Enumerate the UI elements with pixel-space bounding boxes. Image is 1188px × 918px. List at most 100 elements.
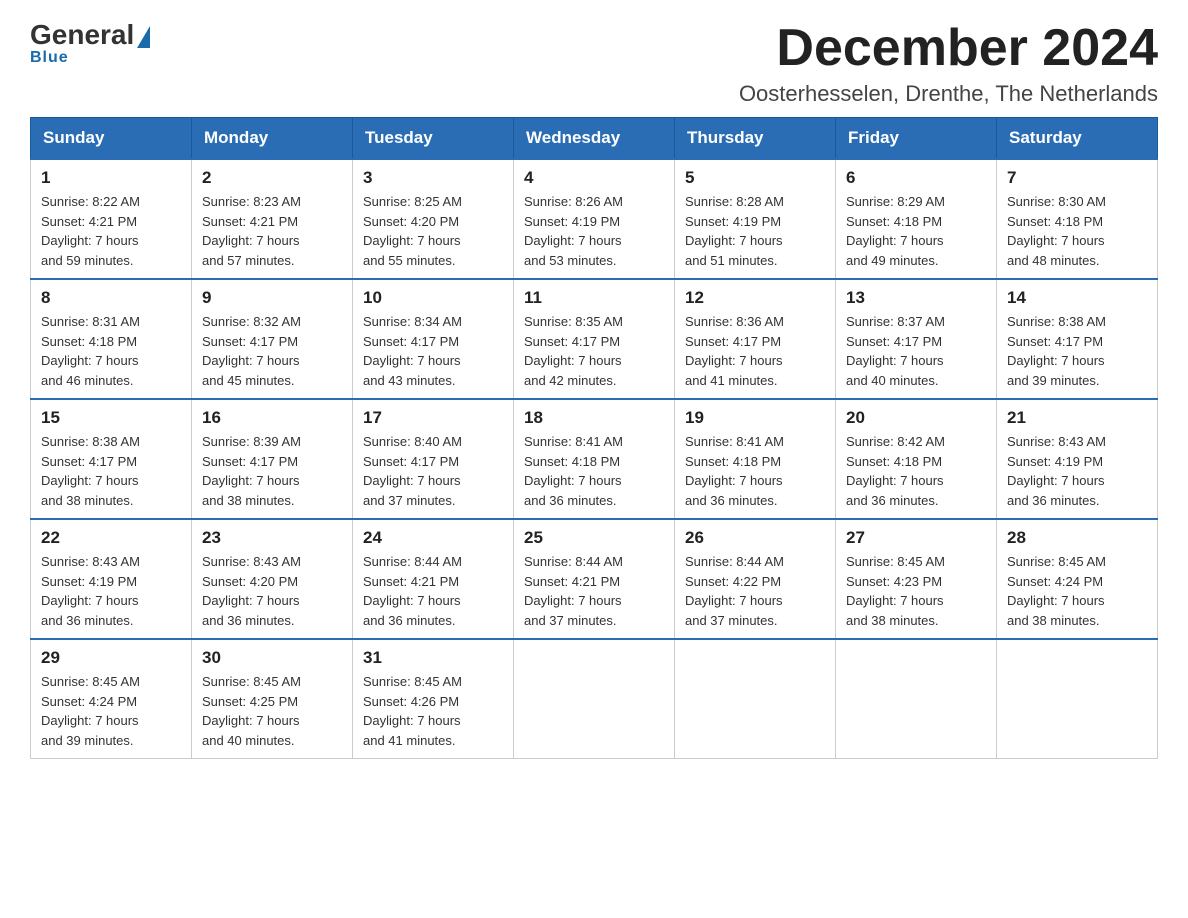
day-info: Sunrise: 8:26 AM Sunset: 4:19 PM Dayligh… xyxy=(524,192,664,270)
calendar-cell: 1 Sunrise: 8:22 AM Sunset: 4:21 PM Dayli… xyxy=(31,159,192,279)
calendar-cell: 14 Sunrise: 8:38 AM Sunset: 4:17 PM Dayl… xyxy=(997,279,1158,399)
day-info: Sunrise: 8:32 AM Sunset: 4:17 PM Dayligh… xyxy=(202,312,342,390)
day-info: Sunrise: 8:37 AM Sunset: 4:17 PM Dayligh… xyxy=(846,312,986,390)
calendar-cell: 21 Sunrise: 8:43 AM Sunset: 4:19 PM Dayl… xyxy=(997,399,1158,519)
day-info: Sunrise: 8:23 AM Sunset: 4:21 PM Dayligh… xyxy=(202,192,342,270)
day-info: Sunrise: 8:45 AM Sunset: 4:24 PM Dayligh… xyxy=(41,672,181,750)
calendar-cell: 22 Sunrise: 8:43 AM Sunset: 4:19 PM Dayl… xyxy=(31,519,192,639)
day-info: Sunrise: 8:30 AM Sunset: 4:18 PM Dayligh… xyxy=(1007,192,1147,270)
day-number: 5 xyxy=(685,168,825,188)
day-number: 13 xyxy=(846,288,986,308)
calendar-week-row: 22 Sunrise: 8:43 AM Sunset: 4:19 PM Dayl… xyxy=(31,519,1158,639)
day-number: 25 xyxy=(524,528,664,548)
calendar-cell: 25 Sunrise: 8:44 AM Sunset: 4:21 PM Dayl… xyxy=(514,519,675,639)
day-info: Sunrise: 8:41 AM Sunset: 4:18 PM Dayligh… xyxy=(685,432,825,510)
day-info: Sunrise: 8:40 AM Sunset: 4:17 PM Dayligh… xyxy=(363,432,503,510)
weekday-header-row: SundayMondayTuesdayWednesdayThursdayFrid… xyxy=(31,118,1158,160)
calendar-cell: 12 Sunrise: 8:36 AM Sunset: 4:17 PM Dayl… xyxy=(675,279,836,399)
calendar-table: SundayMondayTuesdayWednesdayThursdayFrid… xyxy=(30,117,1158,759)
calendar-cell: 18 Sunrise: 8:41 AM Sunset: 4:18 PM Dayl… xyxy=(514,399,675,519)
calendar-cell: 30 Sunrise: 8:45 AM Sunset: 4:25 PM Dayl… xyxy=(192,639,353,759)
day-number: 15 xyxy=(41,408,181,428)
day-info: Sunrise: 8:25 AM Sunset: 4:20 PM Dayligh… xyxy=(363,192,503,270)
day-number: 31 xyxy=(363,648,503,668)
day-info: Sunrise: 8:35 AM Sunset: 4:17 PM Dayligh… xyxy=(524,312,664,390)
calendar-cell: 9 Sunrise: 8:32 AM Sunset: 4:17 PM Dayli… xyxy=(192,279,353,399)
month-year-title: December 2024 xyxy=(739,20,1158,77)
day-info: Sunrise: 8:36 AM Sunset: 4:17 PM Dayligh… xyxy=(685,312,825,390)
day-info: Sunrise: 8:39 AM Sunset: 4:17 PM Dayligh… xyxy=(202,432,342,510)
calendar-cell: 6 Sunrise: 8:29 AM Sunset: 4:18 PM Dayli… xyxy=(836,159,997,279)
calendar-cell: 23 Sunrise: 8:43 AM Sunset: 4:20 PM Dayl… xyxy=(192,519,353,639)
calendar-cell: 24 Sunrise: 8:44 AM Sunset: 4:21 PM Dayl… xyxy=(353,519,514,639)
logo-blue-text: Blue xyxy=(30,49,69,67)
day-info: Sunrise: 8:22 AM Sunset: 4:21 PM Dayligh… xyxy=(41,192,181,270)
day-number: 20 xyxy=(846,408,986,428)
location-subtitle: Oosterhesselen, Drenthe, The Netherlands xyxy=(739,81,1158,107)
calendar-cell xyxy=(836,639,997,759)
weekday-header-sunday: Sunday xyxy=(31,118,192,160)
day-number: 9 xyxy=(202,288,342,308)
day-number: 17 xyxy=(363,408,503,428)
calendar-week-row: 8 Sunrise: 8:31 AM Sunset: 4:18 PM Dayli… xyxy=(31,279,1158,399)
weekday-header-wednesday: Wednesday xyxy=(514,118,675,160)
day-info: Sunrise: 8:43 AM Sunset: 4:19 PM Dayligh… xyxy=(1007,432,1147,510)
calendar-cell: 10 Sunrise: 8:34 AM Sunset: 4:17 PM Dayl… xyxy=(353,279,514,399)
calendar-week-row: 1 Sunrise: 8:22 AM Sunset: 4:21 PM Dayli… xyxy=(31,159,1158,279)
calendar-cell: 3 Sunrise: 8:25 AM Sunset: 4:20 PM Dayli… xyxy=(353,159,514,279)
day-info: Sunrise: 8:41 AM Sunset: 4:18 PM Dayligh… xyxy=(524,432,664,510)
calendar-cell: 7 Sunrise: 8:30 AM Sunset: 4:18 PM Dayli… xyxy=(997,159,1158,279)
day-info: Sunrise: 8:44 AM Sunset: 4:21 PM Dayligh… xyxy=(363,552,503,630)
day-info: Sunrise: 8:34 AM Sunset: 4:17 PM Dayligh… xyxy=(363,312,503,390)
calendar-week-row: 15 Sunrise: 8:38 AM Sunset: 4:17 PM Dayl… xyxy=(31,399,1158,519)
calendar-cell: 20 Sunrise: 8:42 AM Sunset: 4:18 PM Dayl… xyxy=(836,399,997,519)
day-number: 23 xyxy=(202,528,342,548)
day-info: Sunrise: 8:43 AM Sunset: 4:19 PM Dayligh… xyxy=(41,552,181,630)
calendar-cell: 5 Sunrise: 8:28 AM Sunset: 4:19 PM Dayli… xyxy=(675,159,836,279)
day-number: 16 xyxy=(202,408,342,428)
calendar-cell: 8 Sunrise: 8:31 AM Sunset: 4:18 PM Dayli… xyxy=(31,279,192,399)
day-info: Sunrise: 8:29 AM Sunset: 4:18 PM Dayligh… xyxy=(846,192,986,270)
calendar-cell: 2 Sunrise: 8:23 AM Sunset: 4:21 PM Dayli… xyxy=(192,159,353,279)
day-number: 30 xyxy=(202,648,342,668)
day-number: 19 xyxy=(685,408,825,428)
day-number: 22 xyxy=(41,528,181,548)
day-number: 11 xyxy=(524,288,664,308)
day-number: 28 xyxy=(1007,528,1147,548)
day-info: Sunrise: 8:42 AM Sunset: 4:18 PM Dayligh… xyxy=(846,432,986,510)
calendar-cell: 28 Sunrise: 8:45 AM Sunset: 4:24 PM Dayl… xyxy=(997,519,1158,639)
day-info: Sunrise: 8:28 AM Sunset: 4:19 PM Dayligh… xyxy=(685,192,825,270)
day-number: 7 xyxy=(1007,168,1147,188)
day-number: 4 xyxy=(524,168,664,188)
day-info: Sunrise: 8:31 AM Sunset: 4:18 PM Dayligh… xyxy=(41,312,181,390)
day-number: 3 xyxy=(363,168,503,188)
day-number: 24 xyxy=(363,528,503,548)
day-number: 26 xyxy=(685,528,825,548)
calendar-cell: 27 Sunrise: 8:45 AM Sunset: 4:23 PM Dayl… xyxy=(836,519,997,639)
calendar-cell: 11 Sunrise: 8:35 AM Sunset: 4:17 PM Dayl… xyxy=(514,279,675,399)
day-number: 27 xyxy=(846,528,986,548)
calendar-week-row: 29 Sunrise: 8:45 AM Sunset: 4:24 PM Dayl… xyxy=(31,639,1158,759)
calendar-cell: 4 Sunrise: 8:26 AM Sunset: 4:19 PM Dayli… xyxy=(514,159,675,279)
day-number: 2 xyxy=(202,168,342,188)
calendar-cell: 13 Sunrise: 8:37 AM Sunset: 4:17 PM Dayl… xyxy=(836,279,997,399)
title-block: December 2024 Oosterhesselen, Drenthe, T… xyxy=(739,20,1158,107)
calendar-cell: 31 Sunrise: 8:45 AM Sunset: 4:26 PM Dayl… xyxy=(353,639,514,759)
day-number: 12 xyxy=(685,288,825,308)
day-number: 18 xyxy=(524,408,664,428)
calendar-cell xyxy=(675,639,836,759)
weekday-header-thursday: Thursday xyxy=(675,118,836,160)
day-info: Sunrise: 8:45 AM Sunset: 4:23 PM Dayligh… xyxy=(846,552,986,630)
weekday-header-monday: Monday xyxy=(192,118,353,160)
calendar-cell: 26 Sunrise: 8:44 AM Sunset: 4:22 PM Dayl… xyxy=(675,519,836,639)
calendar-cell: 29 Sunrise: 8:45 AM Sunset: 4:24 PM Dayl… xyxy=(31,639,192,759)
day-info: Sunrise: 8:45 AM Sunset: 4:26 PM Dayligh… xyxy=(363,672,503,750)
day-info: Sunrise: 8:45 AM Sunset: 4:24 PM Dayligh… xyxy=(1007,552,1147,630)
day-number: 1 xyxy=(41,168,181,188)
day-number: 10 xyxy=(363,288,503,308)
calendar-cell: 17 Sunrise: 8:40 AM Sunset: 4:17 PM Dayl… xyxy=(353,399,514,519)
page: General Blue December 2024 Oosterhessele… xyxy=(0,0,1188,779)
day-info: Sunrise: 8:43 AM Sunset: 4:20 PM Dayligh… xyxy=(202,552,342,630)
calendar-cell xyxy=(997,639,1158,759)
day-number: 29 xyxy=(41,648,181,668)
